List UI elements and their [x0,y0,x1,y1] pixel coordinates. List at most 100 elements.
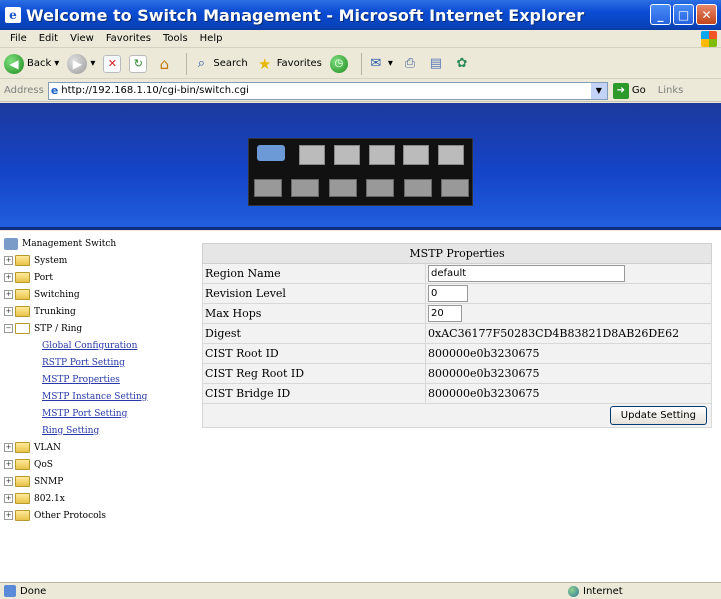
tree-item-port[interactable]: + Port [4,269,198,286]
mstp-properties-table: MSTP Properties Region Name Revision Lev… [202,243,712,428]
expand-icon[interactable]: + [4,256,13,265]
print-button[interactable]: ⎙ [401,55,419,73]
forward-dropdown-icon[interactable]: ▾ [90,58,95,69]
region-name-label: Region Name [202,263,426,284]
table-row: Revision Level [202,283,712,304]
tree-item-other-protocols[interactable]: + Other Protocols [4,507,198,524]
tree-item-label: SNMP [34,476,64,487]
edit-button[interactable]: ▤ [427,55,445,73]
favorites-button[interactable]: ★ Favorites [256,55,322,73]
minimize-button[interactable]: _ [650,4,671,25]
update-setting-button[interactable]: Update Setting [609,406,707,425]
tree-item-label: Switching [34,289,80,300]
region-name-input[interactable] [428,265,625,282]
address-dropdown-icon[interactable]: ▼ [590,82,607,99]
tree-link-label[interactable]: Ring Setting [42,426,99,436]
home-button[interactable]: ⌂ [155,55,173,73]
tree-item-system[interactable]: + System [4,252,198,269]
expand-icon[interactable]: + [4,273,13,282]
expand-icon[interactable]: + [4,443,13,452]
switch-banner [0,103,721,230]
mail-dropdown-icon[interactable]: ▾ [388,58,393,69]
messenger-button[interactable]: ✿ [453,55,471,73]
region-name-cell [425,263,712,284]
banner-divider [0,227,721,230]
tree-link-global-configuration[interactable]: Global Configuration [4,337,198,354]
tree-link-label[interactable]: MSTP Instance Setting [42,392,147,402]
menu-view[interactable]: View [64,33,100,44]
stop-button[interactable]: ✕ [103,54,122,73]
navigation-tree: Management Switch + System + Port + Swit… [0,231,198,582]
table-row: Region Name [202,263,712,284]
address-label: Address [4,85,44,96]
windows-logo-icon [701,31,717,47]
tree-link-mstp-properties[interactable]: MSTP Properties [4,371,198,388]
tree-item-trunking[interactable]: + Trunking [4,303,198,320]
refresh-button[interactable]: ↻ [129,54,148,73]
tree-link-label[interactable]: Global Configuration [42,341,137,351]
expand-icon[interactable]: + [4,494,13,503]
tree-item-snmp[interactable]: + SNMP [4,473,198,490]
tree-item-stp-ring[interactable]: − STP / Ring [4,320,198,337]
menu-file[interactable]: File [4,33,33,44]
back-dropdown-icon[interactable]: ▾ [54,58,59,69]
menu-help[interactable]: Help [194,33,229,44]
tree-item-qos[interactable]: + QoS [4,456,198,473]
tree-root[interactable]: Management Switch [4,235,198,252]
close-button[interactable]: ✕ [696,4,717,25]
rj45-port-icon [403,179,432,197]
switch-front-panel-image [248,138,473,206]
revision-level-input[interactable] [428,285,468,302]
digest-value: 0xAC36177F50283CD4B83821D8AB26DE62 [425,323,712,344]
tree-link-ring-setting[interactable]: Ring Setting [4,422,198,439]
expand-icon[interactable]: + [4,290,13,299]
tree-link-mstp-port-setting[interactable]: MSTP Port Setting [4,405,198,422]
go-button[interactable]: ➜ Go [612,82,646,99]
digest-label: Digest [202,323,426,344]
tree-link-mstp-instance-setting[interactable]: MSTP Instance Setting [4,388,198,405]
expand-icon[interactable]: + [4,477,13,486]
menu-favorites[interactable]: Favorites [100,33,157,44]
menu-edit[interactable]: Edit [33,33,64,44]
mail-icon: ✉ [370,56,382,71]
table-row: CIST Reg Root ID 800000e0b3230675 [202,363,712,384]
expand-icon[interactable]: + [4,460,13,469]
page-done-icon [4,585,16,597]
address-input[interactable]: e http://192.168.1.10/cgi-bin/switch.cgi [47,81,608,100]
tree-link-label[interactable]: MSTP Properties [42,375,120,385]
cist-root-id-value: 800000e0b3230675 [425,343,712,364]
tree-link-rstp-port-setting[interactable]: RSTP Port Setting [4,354,198,371]
tree-item-label: Trunking [34,306,76,317]
expand-icon[interactable]: + [4,511,13,520]
table-row: Update Setting [202,403,712,428]
status-text: Done [20,585,47,597]
back-button[interactable]: ◀ Back ▾ [4,53,59,74]
history-button[interactable]: ◷ [329,54,348,73]
search-button[interactable]: ⌕ Search [192,55,248,73]
tree-item-vlan[interactable]: + VLAN [4,439,198,456]
tree-item-switching[interactable]: + Switching [4,286,198,303]
internet-globe-icon [568,585,579,597]
table-row: Max Hops [202,303,712,324]
collapse-icon[interactable]: − [4,324,13,333]
links-button[interactable]: Links [658,85,684,96]
max-hops-input[interactable] [428,305,462,322]
folder-icon [15,510,30,521]
maximize-button[interactable]: □ [673,4,694,25]
menu-tools[interactable]: Tools [157,33,194,44]
expand-icon[interactable]: + [4,307,13,316]
go-arrow-icon: ➜ [612,82,629,99]
folder-icon [15,459,30,470]
tree-link-label[interactable]: RSTP Port Setting [42,358,125,368]
tree-item-label: Port [34,272,54,283]
mail-button[interactable]: ✉ ▾ [367,55,393,73]
tree-item-8021x[interactable]: + 802.1x [4,490,198,507]
table-heading: MSTP Properties [202,243,712,264]
window-title: Welcome to Switch Management - Microsoft… [26,5,585,25]
forward-button[interactable]: ▶ ▾ [67,53,95,74]
tree-link-label[interactable]: MSTP Port Setting [42,409,127,419]
history-icon: ◷ [329,54,348,73]
favorites-label: Favorites [276,58,322,69]
window-controls: _ □ ✕ [650,4,717,25]
cist-reg-root-id-value: 800000e0b3230675 [425,363,712,384]
